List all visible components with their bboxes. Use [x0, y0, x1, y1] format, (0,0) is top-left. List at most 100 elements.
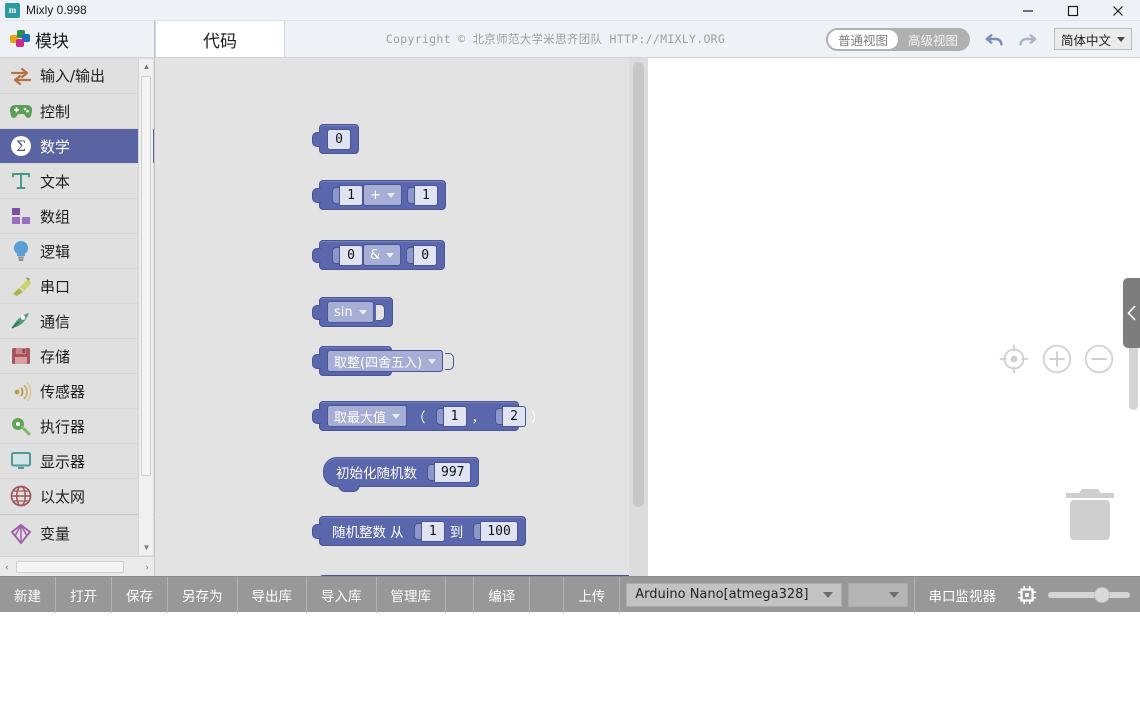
sidebar-item-10[interactable]: 执行器 — [0, 408, 154, 443]
sidebar-header: 模块 — [0, 21, 154, 58]
redo-icon[interactable] — [1016, 28, 1038, 50]
flyout-scroll-thumb[interactable] — [633, 62, 644, 507]
sidebar-scroll-thumb[interactable] — [141, 76, 151, 476]
input-socket — [375, 303, 385, 321]
microchip-icon[interactable] — [1016, 584, 1038, 606]
import-lib-button[interactable]: 导入库 — [307, 576, 377, 613]
sidebar-item-7[interactable]: 通信 — [0, 303, 154, 338]
work-area: 0 1 +1 0 & 0 sin 取整(四舍五入) 取最大值（1， 2）初始化随机数 997 随机整数… — [155, 58, 1140, 576]
file-actions-group: 新建 打开 保存 另存为 导出库 导入库 管理库 — [0, 576, 446, 613]
slider-thumb[interactable] — [1094, 586, 1110, 603]
scroll-down-icon[interactable]: ▼ — [139, 540, 154, 555]
number-field[interactable]: 2 — [502, 405, 527, 427]
sidebar-horizontal-scrollbar[interactable]: ‹ › — [0, 556, 154, 576]
constrain-block[interactable]: 约束介于（最小值）1和（最大值）100 — [319, 575, 648, 576]
workspace-canvas[interactable] — [648, 58, 1140, 576]
number-block[interactable]: 0 — [312, 124, 359, 154]
view-advanced-button[interactable]: 高级视图 — [898, 30, 968, 49]
undo-icon[interactable] — [984, 28, 1006, 50]
save-button[interactable]: 保存 — [112, 576, 168, 613]
sidebar-item-5[interactable]: 逻辑 — [0, 233, 154, 268]
open-button[interactable]: 打开 — [56, 576, 112, 613]
new-button[interactable]: 新建 — [0, 576, 56, 613]
board-select[interactable]: Arduino Nano[atmega328] — [626, 582, 842, 607]
number-field[interactable]: 1 — [442, 405, 467, 427]
input-socket — [495, 407, 503, 425]
view-mode-toggle[interactable]: 普通视图 高级视图 — [825, 27, 970, 51]
view-normal-button[interactable]: 普通视图 — [827, 29, 898, 49]
block-output-plug — [312, 524, 321, 539]
trig-block[interactable]: sin — [312, 297, 393, 327]
trash-icon[interactable] — [1062, 483, 1118, 543]
input-socket — [332, 186, 339, 204]
sidebar-item-8[interactable]: 存储 — [0, 338, 154, 373]
block-dropdown[interactable]: & — [363, 244, 402, 266]
scroll-up-icon[interactable]: ▲ — [139, 59, 154, 74]
module-sidebar: 模块 输入/输出 控制 Σ 数学 文本 数组 逻辑 串口 通信 存储 传感器 执行器 显示器 以太网 变量 … — [0, 21, 155, 576]
bitwise-block[interactable]: 0 & 0 — [312, 240, 446, 270]
random-int-block[interactable]: 随机整数 从 1 到 100 — [312, 516, 526, 546]
sidebar-item-3[interactable]: 文本 — [0, 163, 154, 198]
save-as-button[interactable]: 另存为 — [168, 576, 238, 613]
close-button[interactable] — [1095, 0, 1140, 21]
input-socket — [406, 246, 414, 264]
minmax-block[interactable]: 取最大值 （ 1， 2） — [312, 401, 545, 431]
block-dropdown[interactable]: sin — [327, 301, 374, 323]
block-label: 到 — [449, 525, 464, 541]
blocks-flyout[interactable]: 0 1 +1 0 & 0 sin 取整(四舍五入) 取最大值（1， 2）初始化随机数 997 随机整数… — [155, 58, 648, 576]
maximize-button[interactable] — [1050, 0, 1095, 21]
hscroll-track[interactable] — [14, 560, 140, 573]
number-field[interactable]: 1 — [413, 184, 438, 206]
block-dropdown[interactable]: 取整(四舍五入) — [327, 350, 444, 372]
sidebar-item-12[interactable]: 以太网 — [0, 478, 154, 513]
sidebar-item-2[interactable]: Σ 数学 — [0, 128, 154, 163]
upload-button[interactable]: 上传 — [564, 576, 621, 613]
sidebar-item-label: 存储 — [40, 347, 71, 366]
scroll-right-icon[interactable]: › — [140, 562, 154, 572]
number-field[interactable]: 0 — [413, 244, 438, 266]
sidebar-item-label: 控制 — [40, 102, 71, 121]
satellite-icon — [8, 309, 34, 333]
serial-monitor-button[interactable]: 串口监视器 — [913, 576, 1011, 613]
manage-lib-button[interactable]: 管理库 — [377, 576, 446, 613]
minimize-button[interactable] — [1005, 0, 1050, 21]
compile-button[interactable]: 编译 — [474, 576, 531, 613]
sidebar-item-0[interactable]: 输入/输出 — [0, 58, 154, 93]
zoom-in-icon[interactable] — [1038, 340, 1076, 378]
block-dropdown[interactable]: 取最大值 — [327, 405, 408, 427]
dropdown-label: + — [370, 187, 381, 203]
toolbar-gap — [446, 576, 475, 613]
port-select[interactable] — [847, 582, 908, 607]
sidebar-item-11[interactable]: 显示器 — [0, 443, 154, 478]
panel-collapse-handle[interactable] — [1123, 278, 1140, 348]
number-field[interactable]: 100 — [480, 520, 518, 542]
number-field[interactable]: 0 — [339, 244, 363, 266]
random-seed-block[interactable]: 初始化随机数 997 — [323, 457, 480, 492]
tab-code[interactable]: 代码 — [155, 21, 285, 57]
export-lib-button[interactable]: 导出库 — [238, 576, 307, 613]
sidebar-vertical-scrollbar[interactable]: ▲ ▼ — [138, 59, 153, 555]
sidebar-item-4[interactable]: 数组 — [0, 198, 154, 233]
language-select[interactable]: 简体中文 — [1053, 28, 1132, 50]
zoom-out-icon[interactable] — [1080, 340, 1118, 378]
sidebar-item-1[interactable]: 控制 — [0, 93, 154, 128]
sidebar-item-6[interactable]: 串口 — [0, 268, 154, 303]
center-target-icon[interactable] — [995, 340, 1033, 378]
dropdown-label: 取最大值 — [334, 410, 387, 426]
sidebar-item-9[interactable]: 传感器 — [0, 373, 154, 408]
number-field[interactable]: 1 — [339, 184, 363, 206]
block-dropdown[interactable]: + — [363, 184, 402, 206]
sidebar-item-13[interactable]: 变量 — [0, 516, 154, 551]
svg-text:Σ: Σ — [16, 139, 26, 155]
chevron-down-icon — [392, 413, 401, 419]
serial-speed-slider[interactable] — [1048, 584, 1130, 606]
number-field[interactable]: 997 — [434, 461, 472, 483]
hscroll-thumb[interactable] — [16, 560, 124, 573]
round-block[interactable]: 取整(四舍五入) — [312, 346, 455, 376]
number-field[interactable]: 0 — [327, 128, 351, 150]
sidebar-item-label: 显示器 — [40, 452, 86, 471]
scroll-left-icon[interactable]: ‹ — [0, 562, 14, 572]
chevron-down-icon — [428, 358, 437, 364]
number-field[interactable]: 1 — [420, 520, 445, 542]
arithmetic-block[interactable]: 1 +1 — [312, 180, 446, 210]
